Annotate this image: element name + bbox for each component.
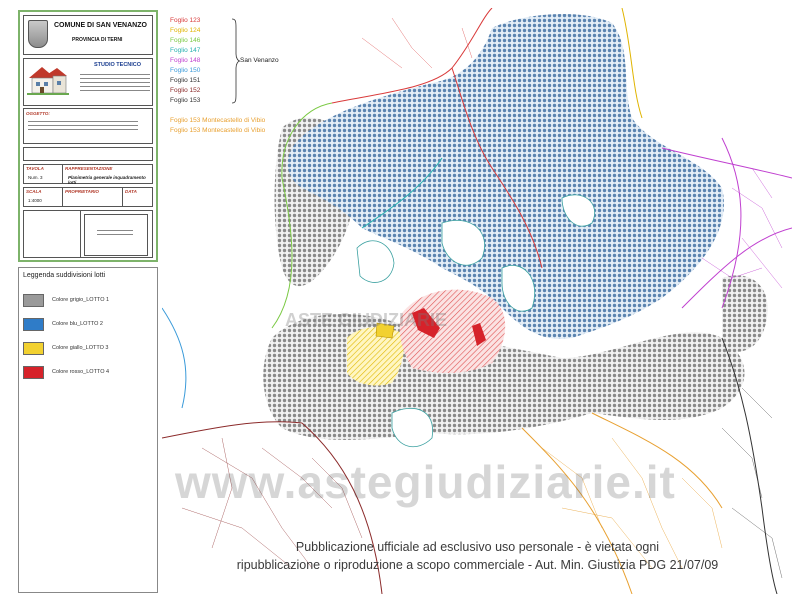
tavola-row: TAVOLA Num. 3 RAPPRESENTAZIONE Planimetr… [23,164,153,185]
legend-label: Colore blu_LOTTO 2 [52,321,103,327]
parcel-lines-north [361,17,473,69]
proprietario-label: PROPRIETARIO [65,189,99,194]
data-label: DATA [125,189,137,194]
scala-label: SCALA [26,189,42,194]
fogli-brace-icon [232,18,240,104]
rappresentazione-value: Planimetria generale inquadramento lotti [68,175,146,185]
comune-name: COMUNE DI SAN VENANZO [54,22,147,29]
disclaimer-line-1: Pubblicazione ufficiale ad esclusivo uso… [295,540,660,554]
legend-title: Leggenda suddivisioni lotti [23,272,106,279]
disclaimer-line-2: ripubblicazione o riproduzione a scopo c… [236,558,719,572]
tavola-value: Num. 3 [28,175,43,180]
foglio-label: Foglio 153 [170,97,201,104]
signature-box [84,214,148,256]
legend-label: Colore rosso_LOTTO 4 [52,369,110,375]
blank-row [23,147,153,161]
foglio-label: Foglio 150 [170,67,201,74]
studio-house-icon [27,67,69,95]
legend-swatch [23,294,44,307]
legend: Leggenda suddivisioni lotti Colore grigi… [18,267,158,593]
foglio-label: Foglio 124 [170,27,201,34]
watermark-logo: ASTE GIUDIZIARIE [285,310,448,330]
foglio-label: Foglio 123 [170,17,201,24]
map-sheet: COMUNE DI SAN VENANZO PROVINCIA DI TERNI… [0,0,800,600]
fogli-list: Foglio 123 Foglio 124 Foglio 146 Foglio 147… [170,16,265,136]
foglio-label: Foglio 146 [170,37,201,44]
foglio-label: Foglio 153 Montecastello di Vibio [170,127,266,134]
studio-address-lines [80,71,150,94]
legend-label: Colore giallo_LOTTO 3 [52,345,109,351]
legend-swatch [23,366,44,379]
oggetto-block: OGGETTO: [23,108,153,144]
studio-name: STUDIO TECNICO [94,62,142,68]
foglio-label: Foglio 147 [170,47,201,54]
disclaimer: Pubblicazione ufficiale ad esclusivo uso… [165,538,790,574]
oggetto-text-lines [28,118,138,133]
foglio-label: Foglio 152 [170,87,201,94]
studio-block: STUDIO TECNICO [23,58,153,106]
legend-swatch [23,342,44,355]
lotto-4-area [399,289,506,373]
title-block: COMUNE DI SAN VENANZO PROVINCIA DI TERNI… [18,10,158,262]
signature-row [23,210,153,258]
signature-text-lines [97,227,133,238]
rappresentazione-label: RAPPRESENTAZIONE [65,166,113,171]
foglio-label: Foglio 151 [170,77,201,84]
legend-swatch [23,318,44,331]
oggetto-label: OGGETTO: [26,111,50,116]
legend-label: Colore grigio_LOTTO 1 [52,297,110,303]
tavola-label: TAVOLA [26,166,44,171]
title-block-header: COMUNE DI SAN VENANZO PROVINCIA DI TERNI [23,15,153,55]
provincia-name: PROVINCIA DI TERNI [72,37,123,43]
scala-value: 1:4000 [28,198,42,203]
fogli-group-label: San Venanzo [240,57,279,64]
scala-row: SCALA 1:4000 PROPRIETARIO DATA [23,187,153,207]
foglio-label: Foglio 153 Montecastello di Vibio [170,117,266,124]
watermark-url: www.astegiudiziarie.it [175,456,676,508]
lotto-3-area [347,322,404,386]
municipal-crest-icon [28,20,48,48]
